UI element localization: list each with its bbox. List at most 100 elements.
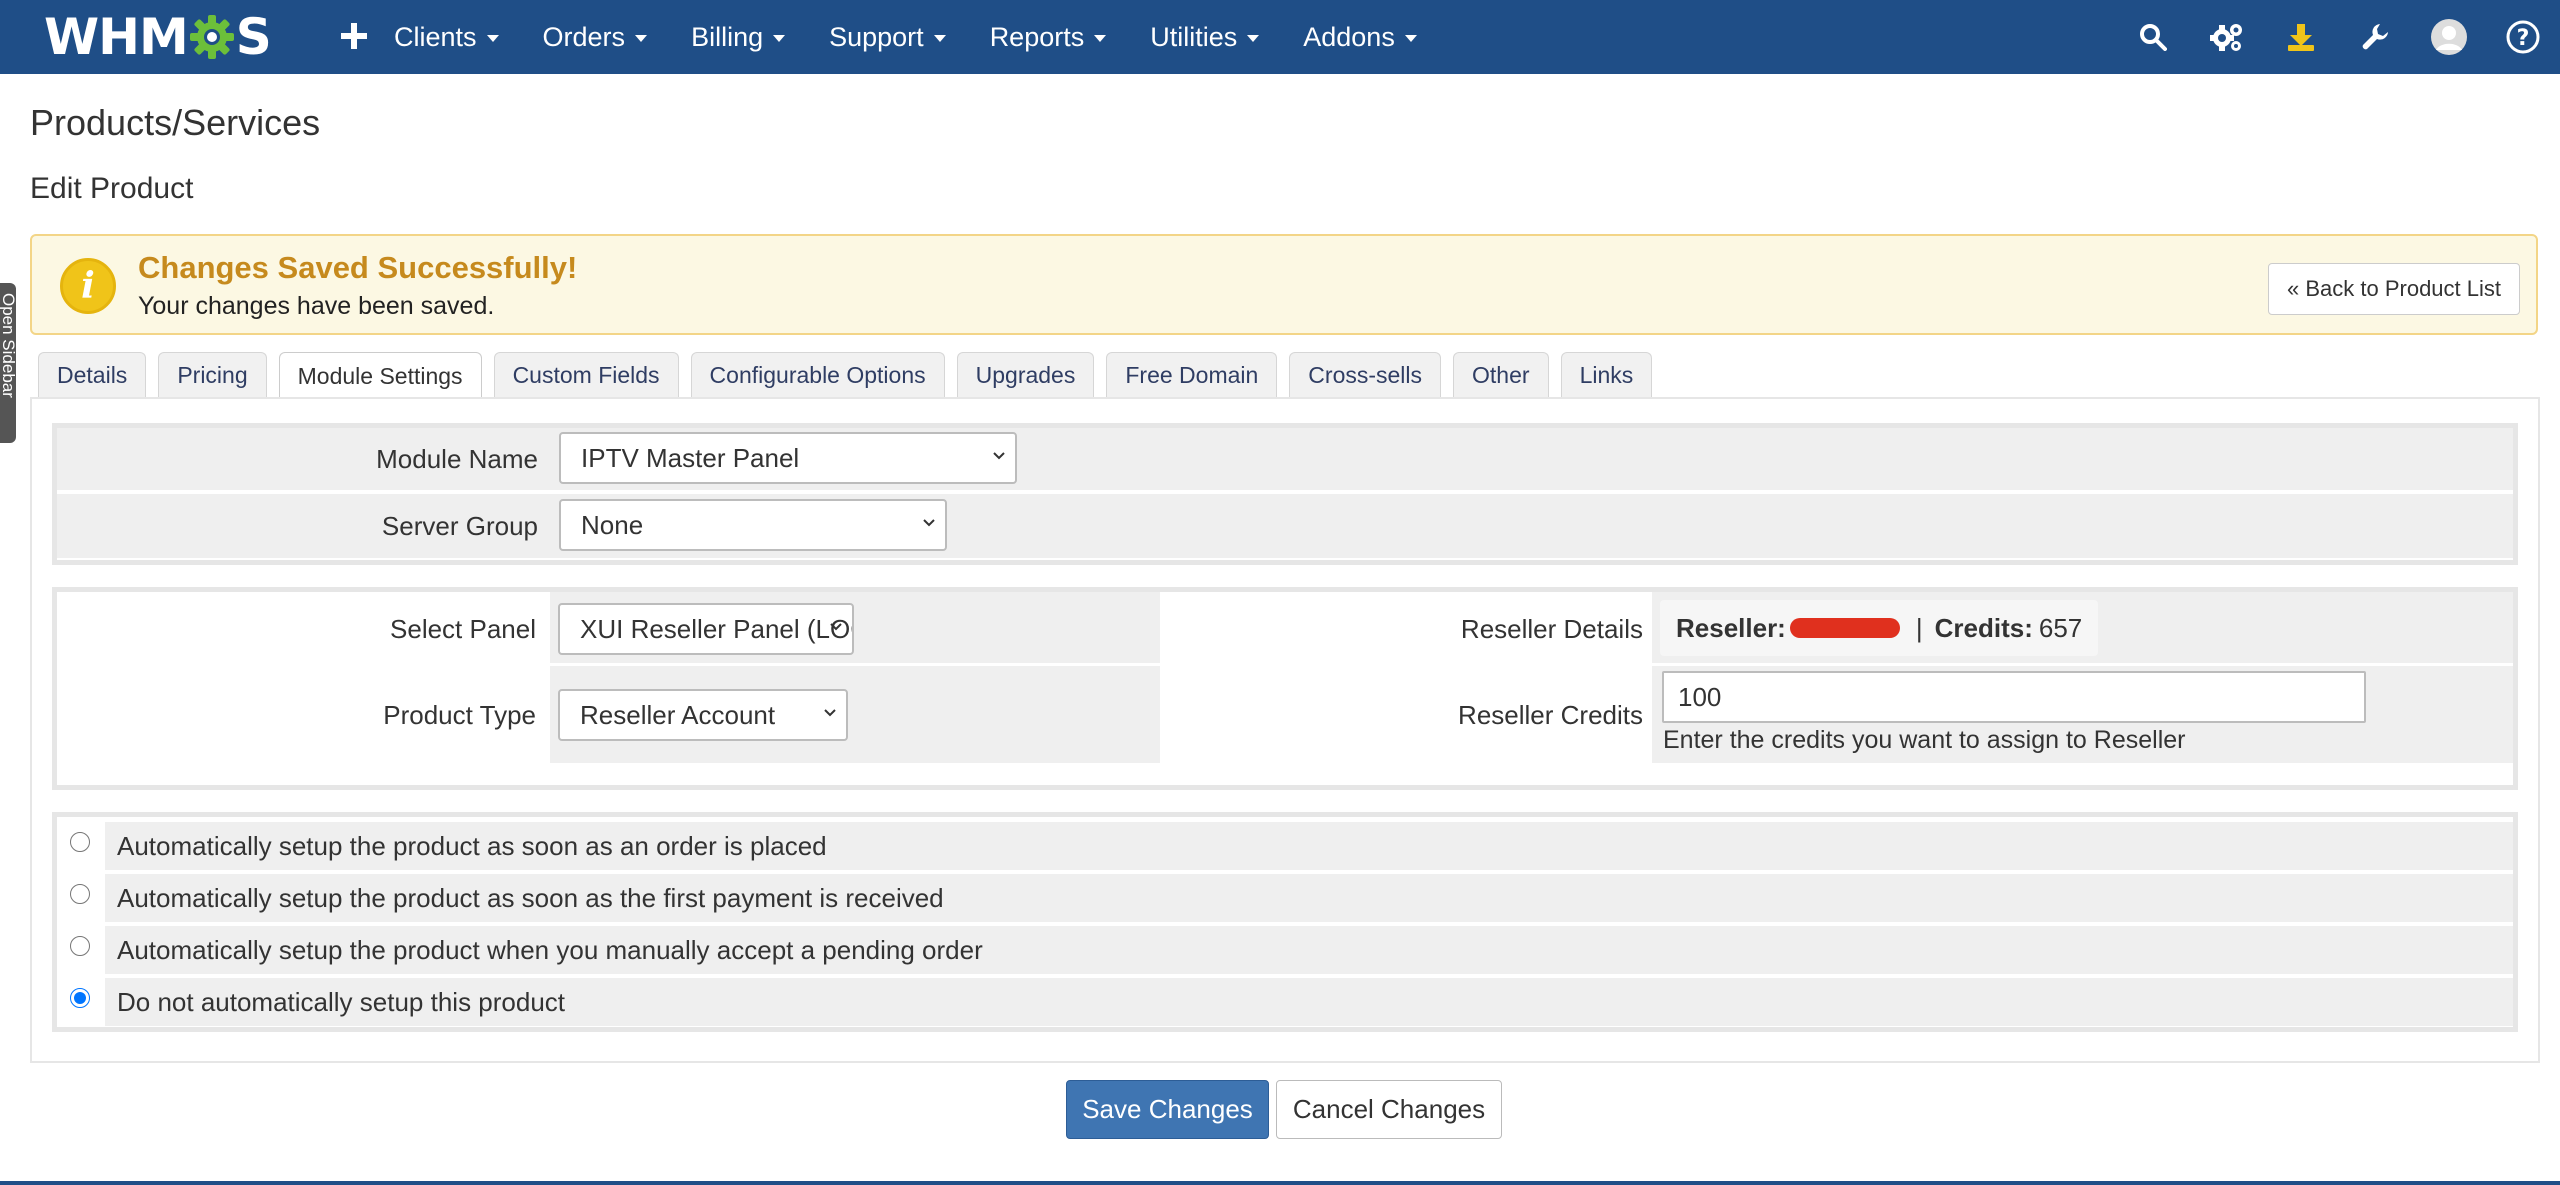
server-group-label: Server Group xyxy=(381,511,538,541)
menu-clients[interactable]: Clients xyxy=(394,22,499,53)
product-type-label: Product Type xyxy=(383,700,536,730)
caret-down-icon xyxy=(773,35,786,42)
setup-option-manual-accept[interactable]: Automatically setup the product when you… xyxy=(57,926,2513,974)
redacted-reseller-name xyxy=(1789,618,1900,638)
help-icon[interactable]: ? xyxy=(2486,0,2560,74)
setup-radio-first-payment[interactable] xyxy=(70,884,90,904)
product-type-select[interactable]: Reseller Account xyxy=(558,689,848,741)
menu-utilities-label: Utilities xyxy=(1150,21,1238,52)
reseller-credits-label: Reseller Credits xyxy=(1458,700,1643,730)
nav-right-icons: ? xyxy=(2116,0,2560,74)
product-type-value: Reseller Account xyxy=(580,699,776,730)
setup-option-none[interactable]: Do not automatically setup this product xyxy=(57,978,2513,1026)
menu-addons-label: Addons xyxy=(1303,21,1395,52)
setup-radio-none[interactable] xyxy=(70,988,90,1008)
tab-module-settings[interactable]: Module Settings xyxy=(278,352,482,399)
radio-cell xyxy=(57,822,105,870)
whmcs-logo[interactable]: WHM S xyxy=(44,8,272,66)
top-navbar: WHM S Clients Orders Billing Support Rep… xyxy=(0,0,2560,74)
menu-billing-label: Billing xyxy=(691,21,764,52)
module-name-select[interactable]: IPTV Master Panel xyxy=(559,432,1017,484)
reseller-credits-help: Enter the credits you want to assign to … xyxy=(1663,726,2186,754)
info-icon: i xyxy=(60,258,116,314)
alert-title: Changes Saved Successfully! xyxy=(138,250,578,285)
product-tabs: Details Pricing Module Settings Custom F… xyxy=(38,352,1664,399)
main-menu: Clients Orders Billing Support Reports U… xyxy=(394,0,1461,74)
wrench-icon[interactable] xyxy=(2338,0,2412,74)
reseller-prefix: Reseller: xyxy=(1676,612,1786,643)
menu-billing[interactable]: Billing xyxy=(691,21,786,53)
caret-down-icon xyxy=(933,35,946,42)
user-avatar-icon[interactable] xyxy=(2412,0,2486,74)
setup-option-label: Automatically setup the product as soon … xyxy=(105,874,2513,922)
caret-down-icon xyxy=(635,35,648,42)
setup-option-first-payment[interactable]: Automatically setup the product as soon … xyxy=(57,874,2513,922)
radio-cell xyxy=(57,874,105,922)
setup-option-label: Automatically setup the product when you… xyxy=(105,926,2513,974)
setup-option-label: Do not automatically setup this product xyxy=(105,978,2513,1026)
radio-cell xyxy=(57,926,105,974)
search-icon[interactable] xyxy=(2116,0,2190,74)
tab-other[interactable]: Other xyxy=(1453,352,1549,398)
page-subtitle: Edit Product xyxy=(30,172,194,205)
page-title: Products/Services xyxy=(30,102,321,143)
open-sidebar-tab[interactable]: Open Sidebar xyxy=(0,283,16,443)
select-panel-label: Select Panel xyxy=(390,614,536,644)
select-panel-select[interactable]: XUI Reseller Panel (LOC xyxy=(558,603,854,655)
tab-configurable-options[interactable]: Configurable Options xyxy=(690,352,945,398)
separator: | xyxy=(1915,612,1923,643)
plus-icon xyxy=(341,23,367,49)
footer-bar xyxy=(0,1181,2560,1185)
setup-option-order-placed[interactable]: Automatically setup the product as soon … xyxy=(57,822,2513,870)
menu-reports-label: Reports xyxy=(989,21,1085,52)
credits-label: Credits: xyxy=(1934,612,2033,643)
gears-icon[interactable] xyxy=(2190,0,2264,74)
download-icon[interactable] xyxy=(2264,0,2338,74)
chevron-down-icon xyxy=(830,623,842,631)
credits-value: 657 xyxy=(2038,612,2083,643)
menu-addons[interactable]: Addons xyxy=(1303,22,1417,53)
setup-radio-order-placed[interactable] xyxy=(70,832,90,852)
menu-orders-label: Orders xyxy=(542,21,626,52)
tab-cross-sells[interactable]: Cross-sells xyxy=(1289,352,1442,398)
menu-clients-label: Clients xyxy=(394,21,477,52)
open-sidebar-label: Open Sidebar xyxy=(0,293,16,398)
module-name-value: IPTV Master Panel xyxy=(581,442,800,473)
save-changes-button[interactable]: Save Changes xyxy=(1066,1080,1269,1139)
radio-cell xyxy=(57,978,105,1026)
tab-links[interactable]: Links xyxy=(1560,352,1653,398)
reseller-credits-value: 100 xyxy=(1678,681,1722,712)
select-panel-value: XUI Reseller Panel (LOC xyxy=(580,613,854,644)
setup-radio-manual-accept[interactable] xyxy=(70,936,90,956)
tab-details[interactable]: Details xyxy=(38,352,147,398)
caret-down-icon xyxy=(1247,35,1260,42)
menu-support-label: Support xyxy=(829,21,924,52)
success-alert: i Changes Saved Successfully! Your chang… xyxy=(30,234,2538,335)
logo-text-left: WHM xyxy=(44,8,189,66)
logo-text-right: S xyxy=(235,8,272,66)
back-to-product-list-button[interactable]: « Back to Product List xyxy=(2268,263,2520,315)
menu-utilities[interactable]: Utilities xyxy=(1150,21,1260,53)
alert-text: Your changes have been saved. xyxy=(138,292,495,320)
server-group-select[interactable]: None xyxy=(559,499,947,551)
add-new-button[interactable] xyxy=(334,14,374,58)
menu-orders[interactable]: Orders xyxy=(543,22,648,53)
gear-logo-icon xyxy=(189,14,235,60)
caret-down-icon xyxy=(486,35,499,42)
caret-down-icon xyxy=(1094,35,1107,42)
cancel-changes-button[interactable]: Cancel Changes xyxy=(1276,1080,1502,1139)
menu-reports[interactable]: Reports xyxy=(990,22,1107,53)
setup-option-label: Automatically setup the product as soon … xyxy=(105,822,2513,870)
svg-text:?: ? xyxy=(2517,26,2530,51)
chevron-down-icon xyxy=(993,452,1005,460)
chevron-down-icon xyxy=(824,709,836,717)
chevron-down-icon xyxy=(923,519,935,527)
caret-down-icon xyxy=(1404,35,1417,42)
reseller-details-label: Reseller Details xyxy=(1460,614,1643,644)
reseller-credits-input[interactable]: 100 xyxy=(1662,671,2366,723)
tab-pricing[interactable]: Pricing xyxy=(158,352,267,398)
tab-upgrades[interactable]: Upgrades xyxy=(956,352,1095,398)
tab-custom-fields[interactable]: Custom Fields xyxy=(493,352,679,398)
menu-support[interactable]: Support xyxy=(829,22,946,53)
tab-free-domain[interactable]: Free Domain xyxy=(1106,352,1278,398)
